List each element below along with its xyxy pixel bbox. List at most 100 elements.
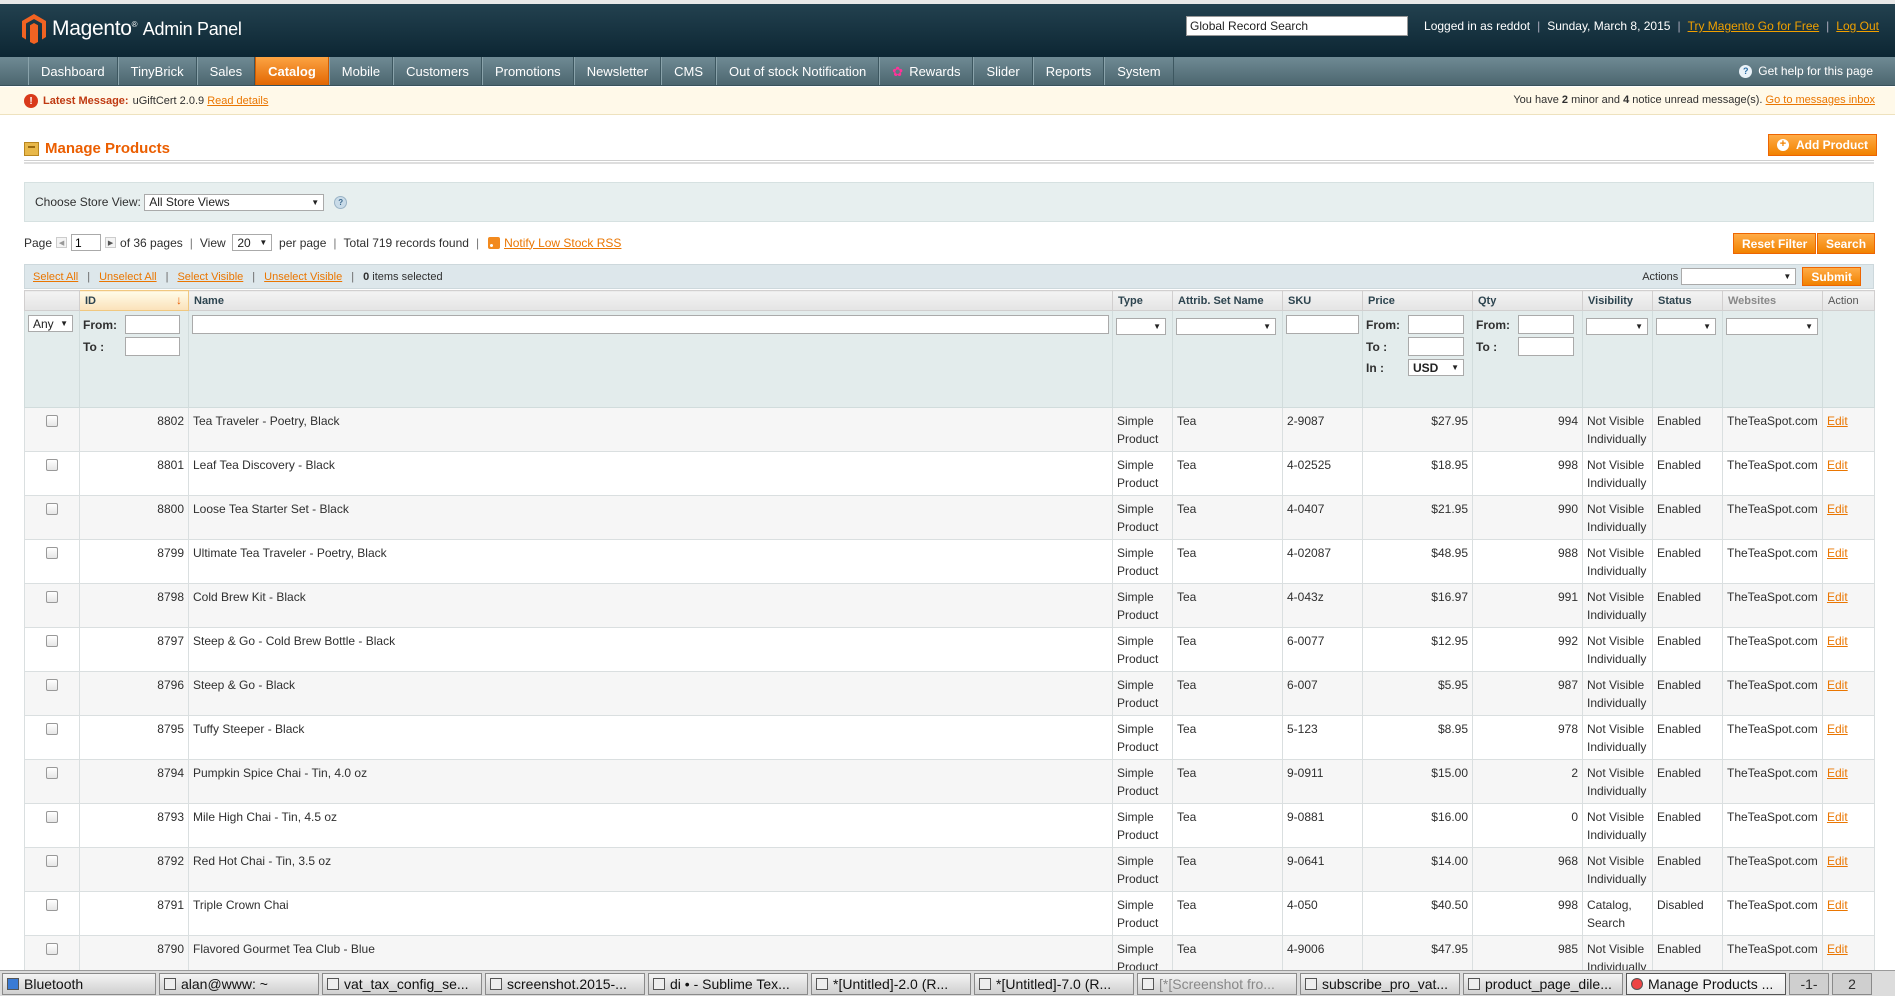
per-page-select[interactable]: 20 ▼ [232,234,273,251]
edit-link[interactable]: Edit [1827,590,1848,604]
edit-link[interactable]: Edit [1827,458,1848,472]
row-checkbox[interactable] [46,591,58,603]
row-checkbox[interactable] [46,943,58,955]
task-bluetooth[interactable]: Bluetooth [2,972,156,995]
row-checkbox[interactable] [46,899,58,911]
try-magento-go-link[interactable]: Try Magento Go for Free [1688,19,1820,33]
nav-newsletter[interactable]: Newsletter [573,57,662,85]
actions-select[interactable]: ▼ [1681,268,1797,285]
row-checkbox[interactable] [46,503,58,515]
store-view-select[interactable]: All Store Views ▼ [144,193,325,211]
edit-link[interactable]: Edit [1827,678,1848,692]
row-checkbox[interactable] [46,547,58,559]
prev-page-icon[interactable]: ◀ [56,237,68,248]
task-product-page[interactable]: product_page_dile... [1463,972,1623,995]
magento-logo[interactable]: Magento® Admin Panel [22,14,242,44]
nav-rewards[interactable]: ✿ Rewards [879,57,974,85]
edit-link[interactable]: Edit [1827,854,1848,868]
table-row[interactable]: 8792 Red Hot Chai - Tin, 3.5 oz Simple Pro… [24,847,1875,892]
workspace-2[interactable]: 2 [1832,972,1872,995]
col-visibility[interactable]: Visibility [1582,290,1653,311]
col-price[interactable]: Price [1362,290,1473,311]
task-subscribe-pro[interactable]: subscribe_pro_vat... [1300,972,1460,995]
task-sublime[interactable]: di • - Sublime Tex... [648,972,808,995]
low-stock-rss-link[interactable]: Notify Low Stock RSS [504,236,621,250]
nav-sales[interactable]: Sales [196,57,256,85]
filter-id-from-input[interactable] [125,315,180,334]
workspace-1[interactable]: -1- [1789,972,1829,995]
task-untitled-7[interactable]: *[Untitled]-7.0 (R... [974,972,1134,995]
question-icon[interactable]: ? [334,195,348,209]
logout-link[interactable]: Log Out [1836,19,1879,33]
filter-visibility-select[interactable]: ▼ [1586,317,1648,335]
task-screenshot-from[interactable]: [*[Screenshot fro... [1137,972,1297,995]
nav-system[interactable]: System [1104,57,1174,85]
filter-name-input[interactable] [192,315,1109,334]
col-type[interactable]: Type [1112,290,1173,311]
table-row[interactable]: 8793 Mile High Chai - Tin, 4.5 oz Simple P… [24,803,1875,848]
task-vat-tax[interactable]: vat_tax_config_se... [322,972,482,995]
row-checkbox[interactable] [46,811,58,823]
task-untitled-2[interactable]: *[Untitled]-2.0 (R... [811,972,971,995]
row-checkbox[interactable] [46,723,58,735]
filter-any-select[interactable]: Any ▼ [28,315,73,332]
filter-set-select[interactable]: ▼ [1176,317,1276,335]
table-row[interactable]: 8794 Pumpkin Spice Chai - Tin, 4.0 oz Simp… [24,759,1875,804]
filter-price-to-input[interactable] [1408,337,1464,356]
filter-type-select[interactable]: ▼ [1116,317,1166,335]
col-qty[interactable]: Qty [1472,290,1583,311]
col-sku[interactable]: SKU [1282,290,1363,311]
col-status[interactable]: Status [1652,290,1723,311]
nav-cms[interactable]: CMS [661,57,716,85]
currency-select[interactable]: USD ▼ [1408,359,1464,376]
select-visible-link[interactable]: Select Visible [177,271,243,283]
page-number-input[interactable] [71,234,102,251]
next-page-icon[interactable]: ▶ [105,237,117,248]
edit-link[interactable]: Edit [1827,546,1848,560]
row-checkbox[interactable] [46,767,58,779]
edit-link[interactable]: Edit [1827,810,1848,824]
read-details-link[interactable]: Read details [207,95,268,107]
row-checkbox[interactable] [46,855,58,867]
row-checkbox[interactable] [46,679,58,691]
messages-inbox-link[interactable]: Go to messages inbox [1766,94,1875,106]
edit-link[interactable]: Edit [1827,766,1848,780]
edit-link[interactable]: Edit [1827,898,1848,912]
unselect-all-link[interactable]: Unselect All [99,271,156,283]
nav-reports[interactable]: Reports [1032,57,1105,85]
table-row[interactable]: 8802 Tea Traveler - Poetry, Black Simple P… [24,407,1875,452]
table-row[interactable]: 8791 Triple Crown Chai Simple Product Tea 4-… [24,891,1875,936]
task-terminal[interactable]: alan@www: ~ [159,972,319,995]
edit-link[interactable]: Edit [1827,502,1848,516]
nav-tinybrick[interactable]: TinyBrick [117,57,197,85]
task-screenshot[interactable]: screenshot.2015-... [485,972,645,995]
filter-sku-input[interactable] [1286,315,1359,334]
task-manage-products[interactable]: Manage Products ... [1626,972,1786,995]
nav-customers[interactable]: Customers [393,57,482,85]
filter-websites-select[interactable]: ▼ [1726,317,1818,335]
table-row[interactable]: 8796 Steep & Go - Black Simple Product Tea 6… [24,671,1875,716]
edit-link[interactable]: Edit [1827,942,1848,956]
nav-catalog[interactable]: Catalog [255,57,329,85]
filter-price-from-input[interactable] [1408,315,1464,334]
search-button[interactable]: Search [1817,233,1876,254]
edit-link[interactable]: Edit [1827,634,1848,648]
table-row[interactable]: 8795 Tuffy Steeper - Black Simple Product T… [24,715,1875,760]
select-all-link[interactable]: Select All [33,271,78,283]
filter-qty-from-input[interactable] [1518,315,1574,334]
filter-status-select[interactable]: ▼ [1656,317,1716,335]
table-row[interactable]: 8797 Steep & Go - Cold Brew Bottle - Blac… [24,627,1875,672]
table-row[interactable]: 8798 Cold Brew Kit - Black Simple Product T… [24,583,1875,628]
col-attrib-set[interactable]: Attrib. Set Name [1172,290,1283,311]
add-product-button[interactable]: + Add Product [1768,134,1877,156]
nav-promotions[interactable]: Promotions [481,57,574,85]
table-row[interactable]: 8801 Leaf Tea Discovery - Black Simple Pro… [24,451,1875,496]
filter-id-to-input[interactable] [125,337,180,356]
help-link[interactable]: ? Get help for this page [1739,57,1873,86]
col-name[interactable]: Name [188,290,1113,311]
nav-dashboard[interactable]: Dashboard [28,57,118,85]
table-row[interactable]: 8799 Ultimate Tea Traveler - Poetry, Blac… [24,539,1875,584]
nav-out-of-stock-notification[interactable]: Out of stock Notification [716,57,880,85]
row-checkbox[interactable] [46,459,58,471]
submit-button[interactable]: Submit [1802,267,1861,286]
